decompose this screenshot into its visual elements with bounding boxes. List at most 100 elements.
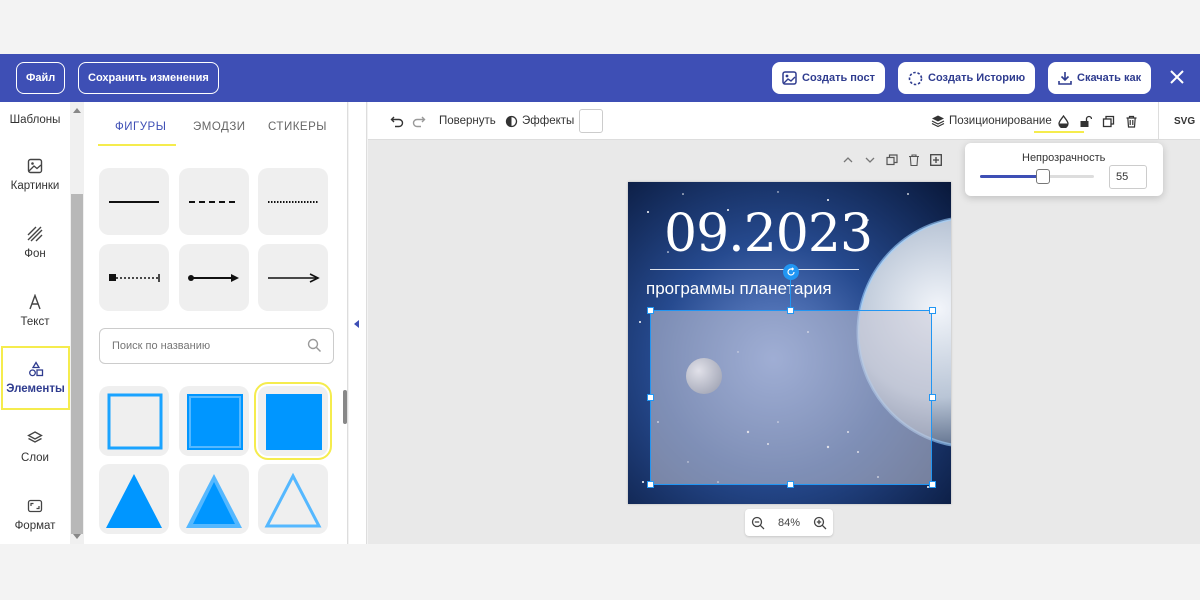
svg-export-button[interactable]: SVG (1174, 102, 1195, 140)
scroll-up-arrow-icon[interactable] (73, 108, 81, 113)
toolbar-divider (1158, 102, 1159, 140)
dotted-line-shape[interactable] (258, 168, 328, 235)
zoom-out-icon[interactable] (751, 516, 765, 530)
create-post-button[interactable]: Создать пост (772, 62, 886, 94)
move-page-down-icon[interactable] (864, 154, 876, 166)
shape-search-input[interactable] (99, 328, 334, 364)
opacity-slider[interactable] (980, 169, 1094, 184)
outline-square-shape[interactable] (99, 386, 169, 456)
artboard-subtitle-text[interactable]: программы планетария (646, 279, 832, 299)
sidebar-item-format[interactable]: Формат (0, 484, 70, 546)
dashed-line-shape[interactable] (179, 168, 249, 235)
opacity-value-input[interactable] (1109, 165, 1147, 189)
effects-icon (505, 115, 518, 127)
undo-button[interactable] (390, 102, 408, 140)
create-story-button[interactable]: Создать Историю (898, 62, 1036, 94)
opacity-button[interactable] (1057, 102, 1074, 140)
redo-button[interactable] (412, 102, 430, 140)
sidebar-item-elements[interactable]: Элементы (1, 346, 70, 410)
sidebar-item-label: Фон (24, 248, 46, 260)
panel-collapse-strip (349, 102, 367, 544)
artboard-date-text[interactable]: 09.2023 (664, 204, 873, 264)
selected-rectangle-shape[interactable] (650, 310, 932, 485)
resize-handle-left[interactable] (647, 394, 654, 401)
opacity-slider-fill (980, 175, 1043, 178)
sidebar-scroll-thumb[interactable] (71, 194, 83, 534)
resize-handle-top[interactable] (787, 307, 794, 314)
resize-handle-bottom-left[interactable] (647, 481, 654, 488)
tab-shapes[interactable]: ФИГУРЫ (115, 121, 166, 133)
resize-handle-top-left[interactable] (647, 307, 654, 314)
outline-square-icon (107, 393, 163, 450)
zoom-in-icon[interactable] (813, 516, 827, 530)
square-end-dotted-line-shape[interactable] (99, 244, 169, 311)
filled-square-bordered-shape[interactable] (179, 386, 249, 456)
image-icon (782, 71, 797, 85)
download-label: Скачать как (1077, 72, 1142, 84)
rotation-stem (790, 279, 791, 310)
sidebar-item-background[interactable]: Фон (0, 212, 70, 274)
save-changes-button[interactable]: Сохранить изменения (78, 62, 219, 94)
bottom-margin (0, 544, 1200, 600)
sidebar-item-templates[interactable]: Шаблоны (0, 86, 70, 148)
scroll-down-arrow-icon[interactable] (73, 534, 81, 539)
arrow-line-shape[interactable] (258, 244, 328, 311)
sidebar-item-images[interactable]: Картинки (0, 144, 70, 206)
layers-icon (27, 431, 43, 443)
add-page-icon[interactable] (930, 154, 942, 166)
square-dotted-line-icon (109, 274, 160, 282)
duplicate-button[interactable] (1102, 102, 1119, 140)
delete-page-icon[interactable] (908, 154, 920, 166)
duplicate-page-icon[interactable] (886, 154, 898, 166)
sidebar-item-text[interactable]: Текст (0, 280, 70, 342)
panel-tabs: ФИГУРЫ ЭМОДЗИ СТИКЕРЫ (84, 102, 348, 150)
app-header: Файл Сохранить изменения Создать пост Со… (0, 54, 1200, 102)
zoom-level: 84% (777, 516, 801, 529)
download-button[interactable]: Скачать как (1048, 62, 1152, 94)
filled-square-icon (266, 394, 322, 450)
dot-arrow-line-shape[interactable] (179, 244, 249, 311)
filled-triangle-bordered-shape[interactable] (179, 464, 249, 534)
tab-stickers[interactable]: СТИКЕРЫ (268, 121, 327, 133)
stack-layers-icon (931, 115, 945, 128)
solid-line-shape[interactable] (99, 168, 169, 235)
tab-emoji[interactable]: ЭМОДЗИ (193, 121, 246, 133)
filled-triangle-border-icon (186, 474, 242, 528)
effects-button[interactable]: Эффекты (505, 102, 574, 140)
opacity-title: Непрозрачность (1022, 152, 1106, 164)
opacity-popover: Непрозрачность (965, 143, 1163, 196)
resize-handle-top-right[interactable] (929, 307, 936, 314)
arrow-icon (268, 273, 320, 283)
sidebar-item-layers[interactable]: Слои (0, 416, 70, 478)
opacity-slider-thumb[interactable] (1035, 169, 1050, 184)
story-circle-icon (908, 71, 923, 85)
filled-triangle-shape[interactable] (99, 464, 169, 534)
collapse-panel-arrow-icon[interactable] (354, 320, 359, 328)
lock-button[interactable] (1079, 102, 1096, 140)
rotate-button[interactable]: Повернуть (439, 102, 496, 140)
move-page-up-icon[interactable] (842, 154, 854, 166)
image-icon (27, 158, 43, 174)
resize-handle-bottom-right[interactable] (929, 481, 936, 488)
resize-handle-right[interactable] (929, 394, 936, 401)
rotate-icon (787, 267, 795, 276)
delete-button[interactable] (1125, 102, 1142, 140)
close-icon[interactable] (1166, 66, 1188, 88)
dot-arrow-icon (188, 274, 239, 282)
zoom-control: 84% (745, 509, 833, 536)
rotate-handle[interactable] (783, 264, 799, 280)
artboard-divider-line[interactable] (650, 269, 859, 270)
filled-square-shape[interactable] (254, 382, 332, 460)
resize-handle-bottom[interactable] (787, 481, 794, 488)
search-icon[interactable] (307, 338, 322, 353)
trash-icon (1126, 115, 1137, 128)
positioning-button[interactable]: Позиционирование (931, 102, 1052, 140)
unlock-icon (1080, 115, 1092, 127)
sidebar: Шаблоны Картинки Фон Текст Элементы Слои… (0, 102, 70, 544)
fill-color-swatch[interactable] (579, 109, 603, 133)
text-icon (29, 294, 41, 310)
panel-scrollbar-thumb[interactable] (343, 390, 347, 424)
outline-triangle-shape[interactable] (258, 464, 328, 534)
sidebar-scrollbar[interactable] (70, 102, 84, 544)
redo-icon (412, 116, 426, 128)
